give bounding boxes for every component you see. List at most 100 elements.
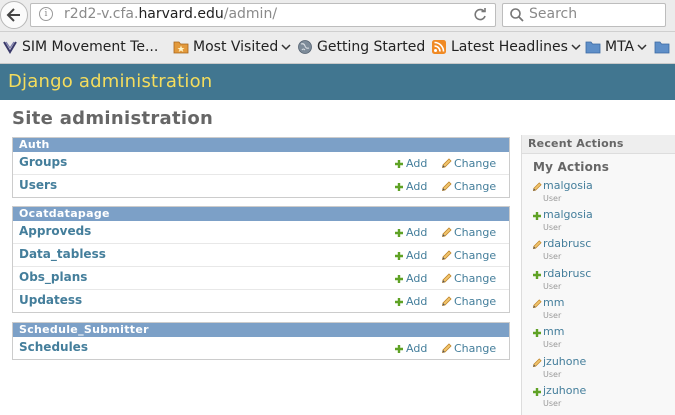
recent-action-link[interactable]: rdabrusc: [543, 267, 591, 280]
module-auth: Auth Groups Add Change Users Add Change: [12, 137, 510, 198]
change-label: Change: [454, 226, 497, 239]
model-link[interactable]: Data_tabless: [19, 247, 106, 261]
site-branding[interactable]: Django administration: [8, 71, 212, 92]
add-label: Add: [406, 157, 428, 170]
page-favicon: [3, 41, 17, 54]
add-link[interactable]: Add: [394, 157, 427, 170]
recent-action-link[interactable]: rdabrusc: [543, 237, 591, 250]
change-label: Change: [454, 272, 497, 285]
change-label: Change: [454, 342, 497, 355]
add-label: Add: [406, 226, 428, 239]
my-actions-heading: My Actions: [533, 160, 610, 174]
pencil-icon: [441, 227, 452, 238]
recent-action-item: malgosia User: [532, 208, 675, 238]
model-link[interactable]: Obs_plans: [19, 270, 87, 284]
pencil-icon: [532, 299, 542, 309]
recent-action-item: mm User: [532, 325, 675, 355]
change-link[interactable]: Change: [441, 295, 496, 308]
module-caption[interactable]: Auth: [13, 138, 509, 152]
model-link[interactable]: Schedules: [19, 340, 88, 354]
recent-action-type: User: [543, 223, 562, 232]
add-link[interactable]: Add: [394, 180, 427, 193]
pencil-icon: [441, 343, 452, 354]
model-link[interactable]: Updatess: [19, 293, 82, 307]
model-link[interactable]: Groups: [19, 155, 67, 169]
recent-actions-caption: Recent Actions: [522, 135, 675, 154]
add-icon: [395, 344, 403, 353]
search-field[interactable]: [502, 3, 666, 27]
module-caption[interactable]: Ocatdatapage: [13, 207, 509, 221]
recent-action-item: mm User: [532, 296, 675, 326]
chevron-down-icon: [637, 44, 647, 51]
search-input[interactable]: [529, 6, 657, 22]
recent-action-type: User: [543, 340, 562, 349]
info-icon[interactable]: i: [39, 7, 53, 21]
change-label: Change: [454, 295, 497, 308]
change-link[interactable]: Change: [441, 157, 496, 170]
recent-action-type: User: [543, 194, 562, 203]
rss-icon: [432, 40, 446, 54]
url-domain: harvard.edu: [138, 6, 224, 22]
pencil-icon: [532, 358, 542, 368]
page-title: Site administration: [12, 108, 214, 129]
change-link[interactable]: Change: [441, 180, 496, 193]
add-icon: [533, 329, 541, 337]
add-link[interactable]: Add: [394, 272, 427, 285]
recent-action-link[interactable]: jzuhone: [543, 355, 586, 368]
model-row-approveds: Approveds Add Change: [13, 221, 509, 243]
model-row-schedules: Schedules Add Change: [13, 337, 509, 359]
pencil-icon: [441, 158, 452, 169]
folder-star-icon: [173, 41, 189, 54]
add-link[interactable]: Add: [394, 295, 427, 308]
pencil-icon: [532, 182, 542, 192]
bookmark-overflow[interactable]: [654, 39, 674, 55]
bookmark-latest-headlines[interactable]: Latest Headlines: [431, 39, 581, 55]
bookmark-getting-started[interactable]: Getting Started: [297, 39, 425, 55]
add-link[interactable]: Add: [394, 226, 427, 239]
model-link[interactable]: Approveds: [19, 224, 91, 238]
add-link[interactable]: Add: [394, 342, 427, 355]
model-row-data-tabless: Data_tabless Add Change: [13, 243, 509, 266]
recent-action-type: User: [543, 282, 562, 291]
add-icon: [395, 297, 403, 306]
bookmark-sim-movement[interactable]: SIM Movement Te...: [2, 39, 158, 55]
add-icon: [395, 159, 403, 168]
recent-action-item: rdabrusc User: [532, 237, 675, 267]
add-label: Add: [406, 249, 428, 262]
module-caption[interactable]: Schedule_Submitter: [13, 323, 509, 337]
bookmark-label: SIM Movement Te...: [22, 39, 159, 55]
change-label: Change: [454, 180, 497, 193]
chevron-down-icon: [281, 44, 291, 51]
recent-actions-title: Recent Actions: [528, 137, 624, 150]
add-link[interactable]: Add: [394, 249, 427, 262]
bookmark-mta[interactable]: MTA: [585, 39, 647, 55]
model-link[interactable]: Users: [19, 178, 57, 192]
pencil-icon: [441, 250, 452, 261]
recent-action-link[interactable]: jzuhone: [543, 384, 586, 397]
add-icon: [395, 228, 403, 237]
bookmark-most-visited[interactable]: Most Visited: [173, 39, 291, 55]
back-button[interactable]: [0, 1, 28, 29]
model-row-users: Users Add Change: [13, 174, 509, 197]
pencil-icon: [441, 273, 452, 284]
recent-action-link[interactable]: mm: [543, 296, 564, 309]
recent-action-link[interactable]: malgosia: [543, 208, 593, 221]
folder-icon: [585, 41, 601, 54]
reload-icon[interactable]: [472, 7, 488, 23]
change-label: Change: [454, 157, 497, 170]
change-link[interactable]: Change: [441, 272, 496, 285]
recent-action-item: jzuhone User: [532, 355, 675, 385]
add-icon: [533, 212, 541, 220]
change-link[interactable]: Change: [441, 249, 496, 262]
folder-icon: [654, 41, 670, 54]
add-label: Add: [406, 180, 428, 193]
bookmarks-toolbar: SIM Movement Te... Most Visited Getting …: [0, 32, 675, 64]
change-label: Change: [454, 249, 497, 262]
model-row-groups: Groups Add Change: [13, 152, 509, 174]
recent-action-link[interactable]: malgosia: [543, 179, 593, 192]
change-link[interactable]: Change: [441, 226, 496, 239]
url-field[interactable]: i r2d2-v.cfa.harvard.edu/admin/: [30, 3, 496, 27]
change-link[interactable]: Change: [441, 342, 496, 355]
bookmark-label: Getting Started: [317, 39, 426, 55]
recent-action-link[interactable]: mm: [543, 325, 564, 338]
